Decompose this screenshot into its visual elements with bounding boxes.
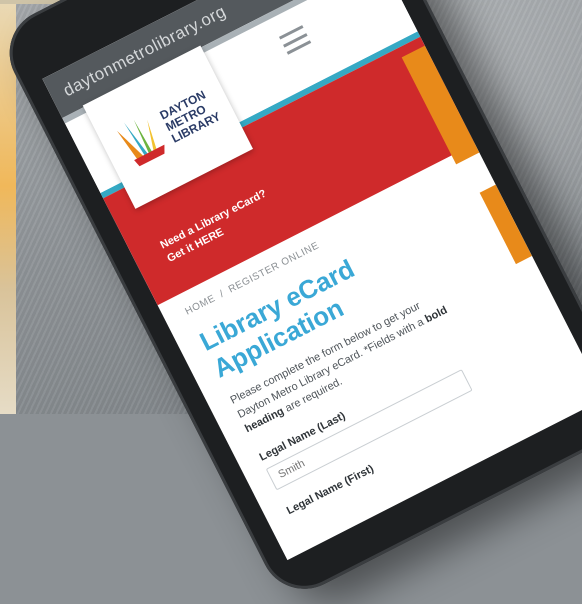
logo-text: DAYTON METRO LIBRARY bbox=[157, 86, 222, 145]
breadcrumb-home[interactable]: HOME bbox=[184, 293, 218, 318]
breadcrumb-separator: / bbox=[218, 288, 227, 300]
hamburger-menu-icon[interactable] bbox=[278, 25, 312, 55]
